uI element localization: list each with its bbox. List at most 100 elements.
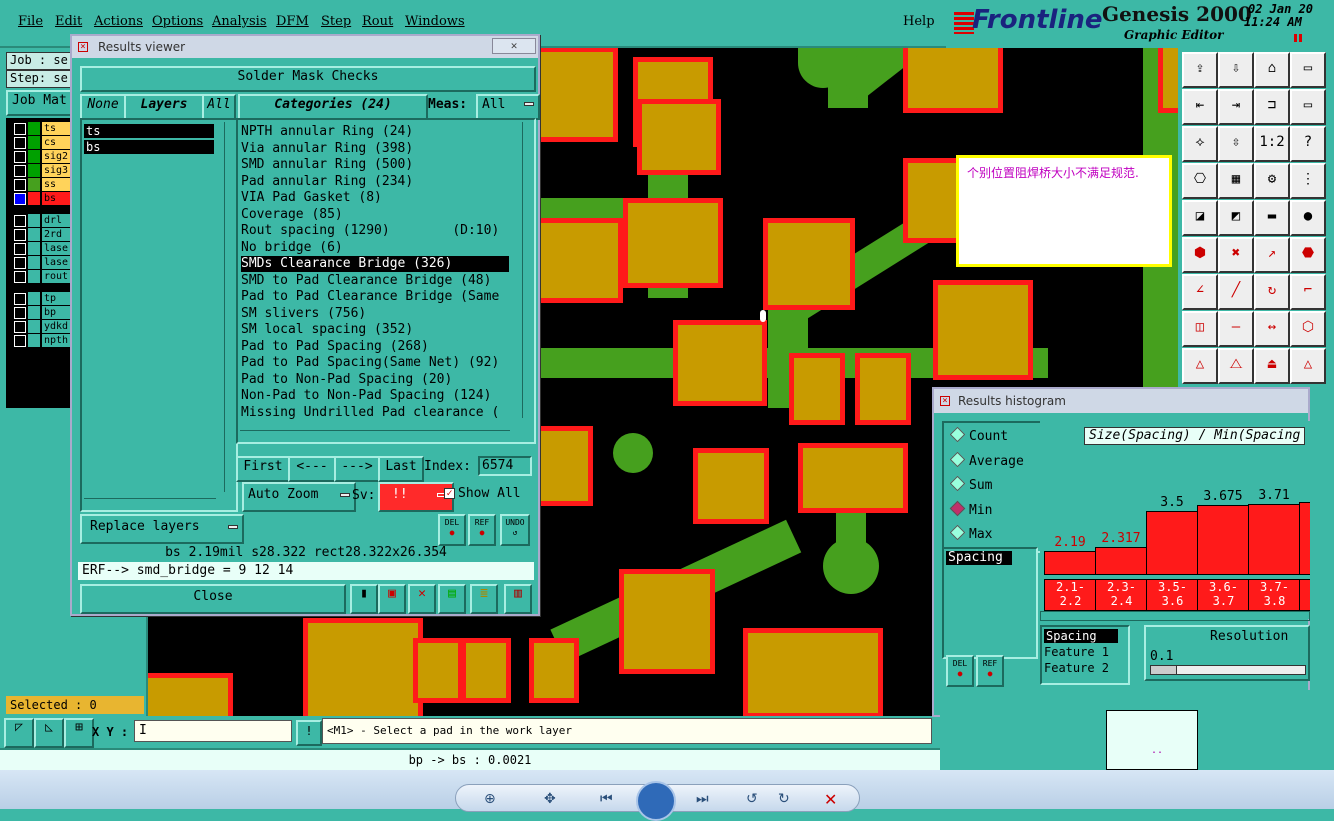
layer-row[interactable]: ss (14, 178, 80, 192)
layer-row[interactable]: cs (14, 136, 80, 150)
shape-icon[interactable]: ⬣ (1290, 237, 1326, 273)
previous-icon[interactable]: ⏮ (600, 791, 613, 807)
move-right-icon[interactable]: ⇥ (1218, 89, 1254, 125)
next-button[interactable]: ---> (334, 456, 380, 482)
layer-checkbox[interactable] (14, 179, 26, 191)
show-all-checkbox[interactable]: ✓ (444, 488, 455, 499)
snap-icon[interactable]: ⎔ (1182, 163, 1218, 199)
slider-handle[interactable] (1151, 666, 1177, 674)
layer-checkbox[interactable] (14, 151, 26, 163)
meas-select[interactable]: All (476, 94, 540, 120)
index-input[interactable]: 6574 (478, 456, 532, 476)
layer-checkbox[interactable] (14, 229, 26, 241)
first-button[interactable]: First (236, 456, 290, 482)
fit-icon[interactable]: ✥ (544, 791, 556, 807)
category-item[interactable]: Coverage (85) (241, 207, 343, 223)
category-item[interactable]: SM slivers (756) (241, 306, 366, 322)
delete-icon[interactable]: ✕ (824, 790, 837, 809)
menu-edit[interactable]: Edit (55, 14, 82, 29)
layers-button[interactable]: Layers (124, 94, 204, 120)
layer-row[interactable]: bs (14, 192, 80, 206)
layer-checkbox[interactable] (14, 271, 26, 283)
zoom-fit-icon[interactable]: ◸ (4, 718, 34, 748)
region-icon[interactable]: ◩ (1218, 200, 1254, 236)
category-item[interactable]: Missing Undrilled Pad clearance ( (241, 405, 499, 421)
stretch-icon[interactable]: ⇳ (1218, 126, 1254, 162)
category-item[interactable]: SMD to Pad Clearance Bridge (48) (241, 273, 491, 289)
grid-icon[interactable]: ⊞ (64, 718, 94, 748)
ruler-icon[interactable]: ▬ (1254, 200, 1290, 236)
sort-list-item[interactable]: Feature 1 (1044, 645, 1109, 659)
ref-button[interactable]: REF ● (468, 514, 496, 546)
layer-list-item[interactable]: bs (84, 140, 214, 154)
menu-rout[interactable]: Rout (362, 14, 393, 29)
ref-button[interactable]: REF ● (976, 655, 1004, 687)
measure-icon[interactable]: ◺ (34, 718, 64, 748)
delete-icon[interactable]: ✖ (1218, 237, 1254, 273)
triangle-icon[interactable]: △ (1182, 348, 1218, 384)
mode-radio[interactable]: Min (949, 500, 992, 518)
rotate-right-icon[interactable]: ↻ (778, 791, 790, 807)
help-icon[interactable]: ? (1290, 126, 1326, 162)
category-item[interactable]: Non-Pad to Non-Pad Spacing (124) (241, 388, 491, 404)
scale-icon[interactable]: 1:2 (1254, 126, 1290, 162)
settings-icon[interactable]: ⚙ (1254, 163, 1290, 199)
layer-listbox[interactable]: ts bs (80, 118, 238, 512)
vector-icon[interactable]: ↗ (1254, 237, 1290, 273)
upload-icon[interactable]: ⇪ (1182, 52, 1218, 88)
sort-field-list[interactable]: Spacing Feature 1 Feature 2 (1040, 625, 1130, 685)
angle-icon[interactable]: ∠ (1182, 274, 1218, 310)
menu-dfm[interactable]: DFM (276, 14, 309, 29)
layer-checkbox[interactable] (14, 243, 26, 255)
sort-list-item[interactable]: Feature 2 (1044, 661, 1109, 675)
vertical-scrollbar[interactable] (224, 122, 234, 492)
mode-radio[interactable]: Count (949, 426, 1008, 444)
snapshot-icon[interactable]: ▣ (378, 584, 406, 614)
layer-checkbox[interactable] (14, 307, 26, 319)
histogram-field-list[interactable]: Spacing (942, 547, 1038, 659)
layer-row[interactable]: drl (14, 214, 80, 228)
field-list-item[interactable]: Spacing (946, 551, 1012, 565)
info-icon[interactable]: ! (296, 720, 322, 746)
layer-checkbox[interactable] (14, 335, 26, 347)
slideshow-button[interactable] (636, 781, 676, 821)
download-icon[interactable]: ⇩ (1218, 52, 1254, 88)
rotate-left-icon[interactable]: ↺ (746, 791, 758, 807)
menu-analysis[interactable]: Analysis (212, 14, 267, 29)
last-button[interactable]: Last (378, 456, 424, 482)
move-left-icon[interactable]: ⇤ (1182, 89, 1218, 125)
layer-checkbox[interactable] (14, 293, 26, 305)
layer-checkbox[interactable] (14, 215, 26, 227)
category-item[interactable]: Rout spacing (1290) (D:10) (241, 223, 499, 239)
histogram-titlebar[interactable]: Results histogram (934, 389, 1308, 413)
copy-icon[interactable]: ⊐ (1254, 89, 1290, 125)
layer-row[interactable]: lase (14, 256, 80, 270)
menu-step[interactable]: Step (321, 14, 351, 29)
count-icon[interactable]: ▤ (438, 584, 466, 614)
menu-options[interactable]: Options (152, 14, 203, 29)
category-item[interactable]: No bridge (6) (241, 240, 343, 256)
category-item[interactable]: VIA Pad Gasket (8) (241, 190, 382, 206)
line-icon[interactable]: ╱ (1218, 274, 1254, 310)
align-icon[interactable]: ⧍ (1218, 348, 1254, 384)
grid-icon[interactable]: ▦ (1218, 163, 1254, 199)
net-icon[interactable]: ⬢ (1182, 237, 1218, 273)
dash-icon[interactable]: — (1218, 311, 1254, 347)
results-viewer-titlebar[interactable]: Results viewer (72, 36, 538, 58)
layer-checkbox[interactable] (14, 257, 26, 269)
category-item[interactable]: Pad to Pad Clearance Bridge (Same (241, 289, 499, 305)
layer-checkbox[interactable] (14, 123, 26, 135)
histogram-bar[interactable] (1197, 505, 1250, 575)
layer-list-item[interactable]: ts (84, 124, 214, 138)
category-item[interactable]: Via annular Ring (398) (241, 141, 413, 157)
resolution-slider[interactable] (1150, 665, 1306, 675)
home-icon[interactable]: ⌂ (1254, 52, 1290, 88)
tree-icon[interactable]: ⋮ (1290, 163, 1326, 199)
replace-layers-select[interactable]: Replace layers (80, 514, 244, 544)
horizontal-scrollbar[interactable] (240, 430, 510, 440)
window-icon[interactable]: ▭ (1290, 89, 1326, 125)
mode-radio[interactable]: Sum (949, 475, 992, 493)
histogram-bar[interactable] (1095, 547, 1148, 575)
split-icon[interactable]: ◫ (1182, 311, 1218, 347)
horizontal-scrollbar[interactable] (1040, 611, 1310, 621)
